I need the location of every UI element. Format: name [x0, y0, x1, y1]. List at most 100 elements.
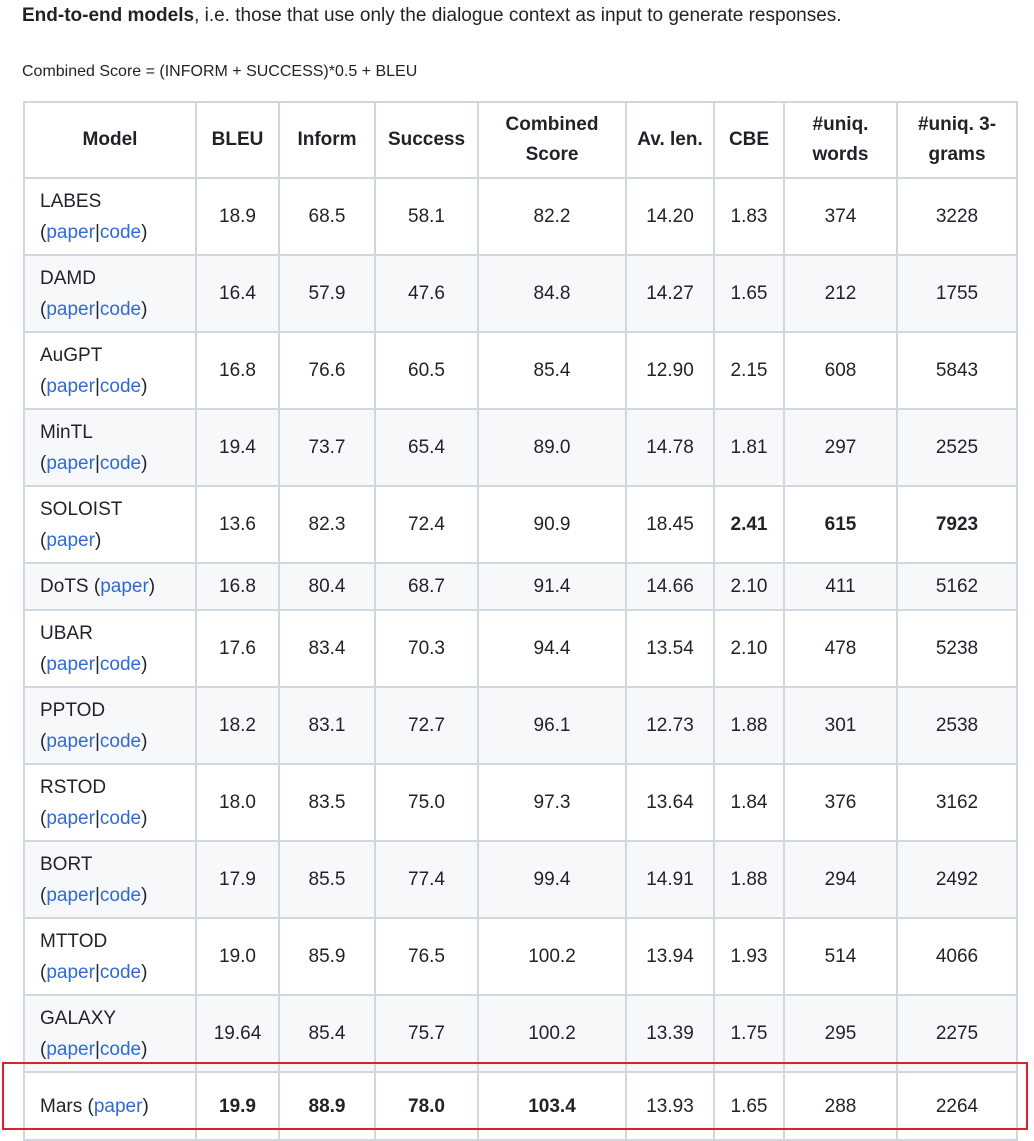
table-row: BORT (paper|code) 17.9 85.5 77.4 99.4 14.91 1.8… — [23, 840, 1018, 919]
table-row: DAMD (paper|code) 16.4 57.9 47.6 84.8 14.27 1.6… — [23, 254, 1018, 333]
cell-model: MinTL (paper|code) — [23, 408, 197, 487]
code-link[interactable]: code — [100, 376, 141, 397]
cell-inform: 76.6 — [278, 331, 376, 410]
paper-link[interactable]: paper — [46, 654, 95, 675]
table-row: AuGPT (paper|code) 16.8 76.6 60.5 85.4 12.90 2.… — [23, 331, 1018, 410]
cell-bleu: 19.64 — [195, 994, 280, 1073]
code-link[interactable]: code — [100, 453, 141, 474]
model-name: RSTOD — [40, 776, 107, 798]
cell-uniq-words: 212 — [783, 254, 898, 333]
cell-inform: 85.5 — [278, 840, 376, 919]
cell-success: 47.6 — [374, 254, 479, 333]
cell-model: AuGPT (paper|code) — [23, 331, 197, 410]
paper-link[interactable]: paper — [46, 299, 95, 320]
cell-av-len: 14.91 — [625, 840, 715, 919]
cell-cbe: 1.65 — [713, 1071, 785, 1141]
table-row: SOLOIST (paper) 13.6 82.3 72.4 90.9 18.45 2.41 6… — [23, 485, 1018, 564]
cell-av-len: 12.90 — [625, 331, 715, 410]
cell-av-len: 13.54 — [625, 609, 715, 688]
model-name: SOLOIST — [40, 498, 123, 520]
cell-uniq-3grams: 2275 — [896, 994, 1018, 1073]
cell-bleu: 18.0 — [195, 763, 280, 842]
code-link[interactable]: code — [100, 885, 141, 906]
cell-model: MTTOD (paper|code) — [23, 917, 197, 996]
cell-cbe: 1.84 — [713, 763, 785, 842]
code-link[interactable]: code — [100, 654, 141, 675]
cell-model: LABES (paper|code) — [23, 177, 197, 256]
cell-uniq-3grams: 2492 — [896, 840, 1018, 919]
cell-uniq-3grams: 5843 — [896, 331, 1018, 410]
table-row: UBAR (paper|code) 17.6 83.4 70.3 94.4 13.54 2.1… — [23, 609, 1018, 688]
model-name: DoTS — [40, 576, 89, 597]
code-link[interactable]: code — [100, 731, 141, 752]
cell-bleu: 18.9 — [195, 177, 280, 256]
cell-cbe: 1.93 — [713, 917, 785, 996]
results-table: Model BLEU Inform Success Combined Score… — [23, 101, 1018, 1141]
paper-link[interactable]: paper — [46, 962, 95, 983]
cell-uniq-3grams: 3162 — [896, 763, 1018, 842]
cell-inform: 83.4 — [278, 609, 376, 688]
code-link[interactable]: code — [100, 299, 141, 320]
paper-link[interactable]: paper — [46, 885, 95, 906]
cell-uniq-3grams: 1755 — [896, 254, 1018, 333]
paper-link[interactable]: paper — [46, 808, 95, 829]
cell-success: 70.3 — [374, 609, 479, 688]
cell-cbe: 1.75 — [713, 994, 785, 1073]
model-name: AuGPT — [40, 344, 103, 366]
cell-inform: 57.9 — [278, 254, 376, 333]
cell-cbe: 1.81 — [713, 408, 785, 487]
cell-av-len: 13.94 — [625, 917, 715, 996]
paper-link[interactable]: paper — [46, 1039, 95, 1060]
cell-av-len: 14.78 — [625, 408, 715, 487]
cell-cbe: 1.88 — [713, 686, 785, 765]
cell-uniq-words: 411 — [783, 562, 898, 611]
cell-success: 65.4 — [374, 408, 479, 487]
cell-success: 68.7 — [374, 562, 479, 611]
intro-text: End-to-end models, i.e. those that use o… — [22, 4, 842, 28]
paper-link[interactable]: paper — [46, 731, 95, 752]
paper-link[interactable]: paper — [46, 376, 95, 397]
cell-cbe: 1.88 — [713, 840, 785, 919]
header-success: Success — [374, 101, 479, 179]
code-link[interactable]: code — [100, 808, 141, 829]
cell-combined-score: 100.2 — [477, 917, 627, 996]
paper-link[interactable]: paper — [94, 1096, 143, 1117]
model-name: LABES — [40, 190, 102, 212]
cell-av-len: 13.93 — [625, 1071, 715, 1141]
cell-model: UBAR (paper|code) — [23, 609, 197, 688]
table-row: Mars (paper) 19.9 88.9 78.0 103.4 13.93 1.65 28… — [23, 1071, 1018, 1141]
cell-bleu: 18.2 — [195, 686, 280, 765]
cell-combined-score: 96.1 — [477, 686, 627, 765]
cell-model: Mars (paper) — [23, 1071, 197, 1141]
model-name: Mars — [40, 1095, 83, 1117]
model-name: BORT — [40, 853, 93, 875]
cell-success: 76.5 — [374, 917, 479, 996]
cell-success: 78.0 — [374, 1071, 479, 1141]
paper-link[interactable]: paper — [100, 576, 149, 597]
cell-success: 60.5 — [374, 331, 479, 410]
cell-bleu: 16.8 — [195, 331, 280, 410]
cell-combined-score: 84.8 — [477, 254, 627, 333]
paper-link[interactable]: paper — [46, 530, 95, 551]
code-link[interactable]: code — [100, 962, 141, 983]
cell-uniq-3grams: 2525 — [896, 408, 1018, 487]
table-row: MinTL (paper|code) 19.4 73.7 65.4 89.0 14.78 1.… — [23, 408, 1018, 487]
cell-model: DoTS (paper) — [23, 562, 197, 611]
cell-combined-score: 89.0 — [477, 408, 627, 487]
code-link[interactable]: code — [100, 1039, 141, 1060]
cell-model: GALAXY (paper|code) — [23, 994, 197, 1073]
paper-link[interactable]: paper — [46, 222, 95, 243]
cell-bleu: 19.4 — [195, 408, 280, 487]
cell-model: SOLOIST (paper) — [23, 485, 197, 564]
code-link[interactable]: code — [100, 222, 141, 243]
cell-cbe: 2.15 — [713, 331, 785, 410]
cell-bleu: 17.9 — [195, 840, 280, 919]
cell-uniq-3grams: 2264 — [896, 1071, 1018, 1141]
model-name: DAMD — [40, 267, 96, 289]
cell-bleu: 19.9 — [195, 1071, 280, 1141]
cell-uniq-words: 608 — [783, 331, 898, 410]
cell-bleu: 16.8 — [195, 562, 280, 611]
cell-uniq-words: 288 — [783, 1071, 898, 1141]
cell-combined-score: 82.2 — [477, 177, 627, 256]
paper-link[interactable]: paper — [46, 453, 95, 474]
